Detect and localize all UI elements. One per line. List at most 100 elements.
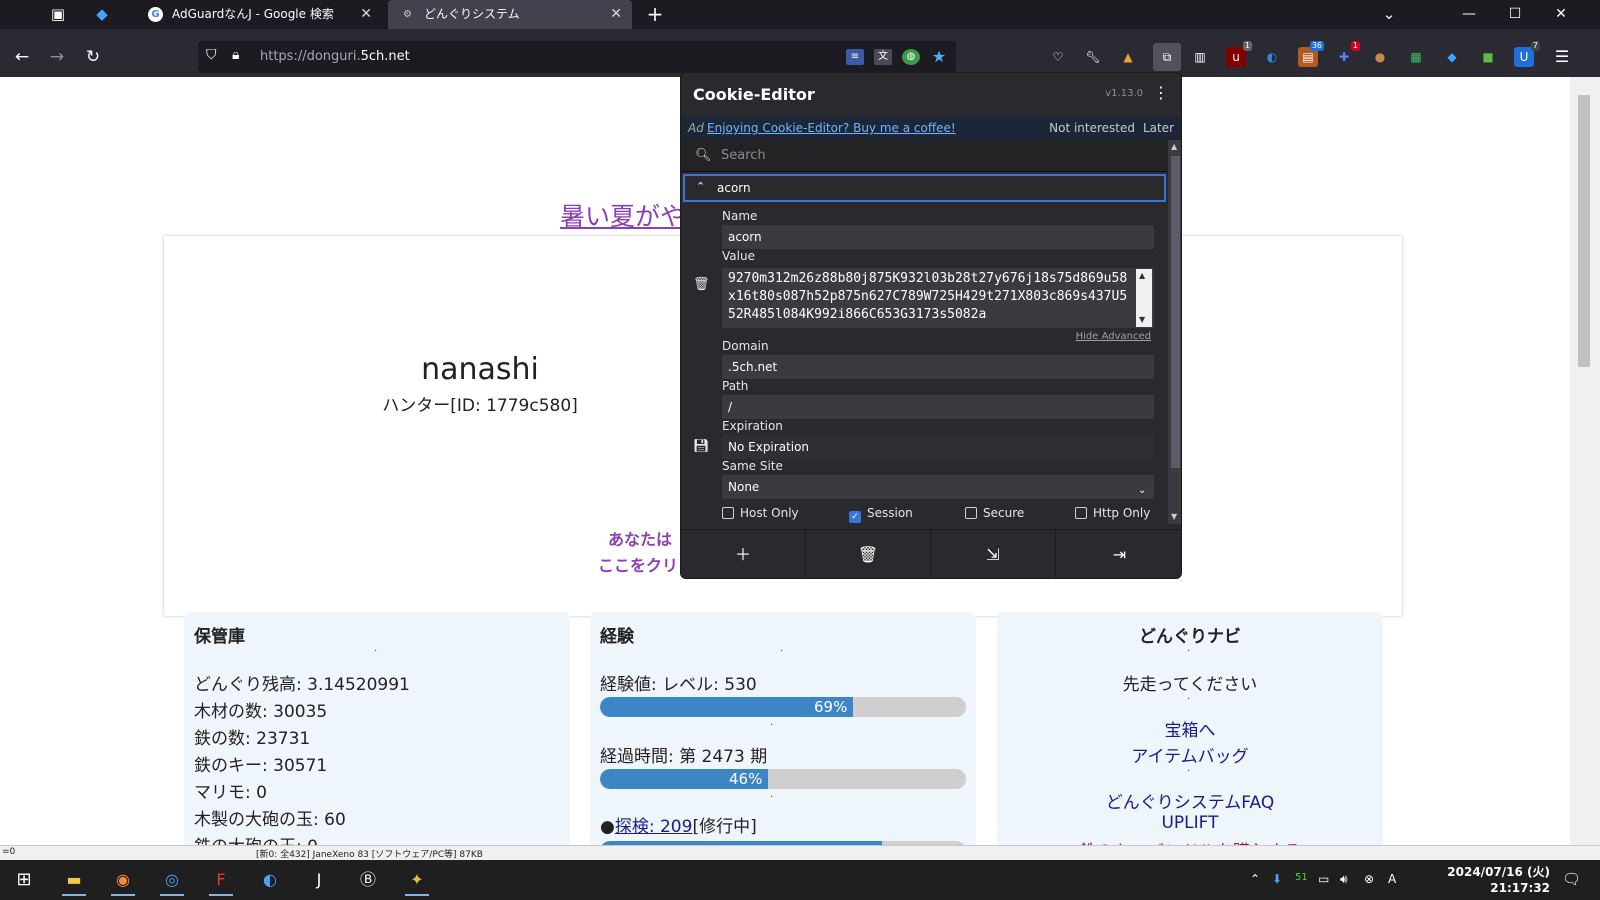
not-interested-button[interactable]: Not interested: [1049, 121, 1135, 135]
scroll-up-icon[interactable]: ▲: [1139, 271, 1145, 280]
name-field[interactable]: acorn: [722, 225, 1154, 249]
tab-donguri[interactable]: ⚙ どんぐりシステム ✕: [388, 0, 632, 29]
shield-icon[interactable]: ⛉: [206, 47, 217, 63]
ime-icon[interactable]: A: [1388, 872, 1396, 886]
later-button[interactable]: Later: [1143, 121, 1174, 135]
firefox-view-icon[interactable]: ▣: [44, 0, 72, 29]
checkbox-box[interactable]: [965, 507, 977, 519]
fox-extension-icon[interactable]: ▲: [1118, 47, 1138, 67]
wrench-icon[interactable]: 🔧︎: [1083, 47, 1103, 67]
extensions-puzzle-icon[interactable]: ⧉: [1153, 43, 1181, 71]
scroll-thumb[interactable]: [1578, 95, 1590, 367]
menu-icon[interactable]: ☰: [1552, 47, 1572, 67]
ad-link[interactable]: Enjoying Cookie-Editor? Buy me a coffee!: [707, 121, 956, 135]
page-scrollbar[interactable]: [1570, 77, 1600, 845]
faq-link[interactable]: どんぐりシステムFAQ: [997, 788, 1383, 813]
secure-checkbox[interactable]: Secure: [965, 506, 1024, 520]
windows-start-icon[interactable]: ⊞: [4, 864, 44, 896]
search-input[interactable]: Search: [721, 148, 766, 163]
scroll-down-icon[interactable]: ▼: [1139, 315, 1145, 324]
value-scrollbar[interactable]: ▲ ▼: [1136, 269, 1152, 327]
globe-icon[interactable]: ◍: [902, 49, 920, 65]
notification-icon[interactable]: 🗨︎: [1562, 870, 1581, 888]
expiration-field[interactable]: No Expiration: [722, 435, 1154, 459]
forward-icon[interactable]: →: [44, 45, 70, 69]
tray-x-icon[interactable]: ⊗: [1364, 872, 1374, 886]
tray-download-icon[interactable]: ⬇: [1272, 872, 1282, 886]
chevron-up-icon[interactable]: ⌃: [696, 180, 705, 193]
checkbox-box[interactable]: [722, 507, 734, 519]
treasure-link[interactable]: 宝箱へ: [997, 716, 1383, 741]
hide-advanced-link[interactable]: Hide Advanced: [1076, 331, 1151, 342]
ublock-icon[interactable]: u1: [1226, 41, 1252, 67]
edge-icon[interactable]: ◐: [1262, 47, 1282, 67]
us-flag-icon[interactable]: ≡: [846, 49, 864, 65]
url-bar[interactable]: ⛉ 🔒︎ https://donguri.5ch.net ≡ 文 ◍ ★: [198, 41, 956, 73]
tray-number[interactable]: 51: [1295, 872, 1308, 883]
maximize-icon[interactable]: ☐: [1492, 0, 1538, 29]
delete-cookie-icon[interactable]: 🗑︎: [693, 277, 710, 292]
save-extension-icon[interactable]: ▦: [1406, 47, 1426, 67]
path-field[interactable]: /: [722, 395, 1154, 419]
domain-field[interactable]: .5ch.net: [722, 355, 1154, 379]
pocket-icon[interactable]: ♡: [1048, 47, 1068, 67]
value-field[interactable]: 9270m312m26z88b80j875K932l03b28t27y676j1…: [722, 268, 1154, 328]
extension-36-icon[interactable]: ▤ 36: [1298, 41, 1324, 67]
http-only-checkbox[interactable]: Http Only: [1075, 506, 1150, 520]
headline-link[interactable]: 暑い夏がや: [560, 197, 685, 233]
network-icon[interactable]: ▭: [1318, 872, 1329, 886]
file-explorer-icon[interactable]: ▬: [54, 864, 94, 896]
bookmark-star-icon[interactable]: ★: [930, 49, 948, 65]
checkbox-box[interactable]: [1075, 507, 1087, 519]
close-tab-icon[interactable]: ✕: [360, 0, 372, 29]
pinned-tab-icon[interactable]: ◆: [88, 0, 116, 29]
tray-chevron-icon[interactable]: ⌃: [1250, 872, 1260, 886]
cookie-list-scrollbar[interactable]: ▲ ▼: [1168, 140, 1181, 524]
app-f-icon[interactable]: F: [201, 864, 241, 896]
minimize-icon[interactable]: —: [1446, 0, 1492, 29]
import-button[interactable]: ⇲: [931, 530, 1056, 578]
green-extension-icon[interactable]: ■: [1478, 47, 1498, 67]
cookie-row-header[interactable]: ⌃ acorn: [683, 174, 1166, 202]
new-tab-icon[interactable]: +: [640, 0, 670, 29]
list-tabs-icon[interactable]: ⌄: [1374, 0, 1404, 29]
kebab-menu-icon[interactable]: ⋮: [1153, 83, 1169, 102]
scroll-down-icon[interactable]: ▼: [1171, 512, 1177, 521]
export-button[interactable]: ⇥: [1056, 530, 1181, 578]
scroll-thumb[interactable]: [1171, 156, 1180, 468]
reload-icon[interactable]: ↻: [80, 45, 106, 69]
save-cookie-icon[interactable]: 💾︎: [693, 439, 710, 454]
clock[interactable]: 2024/07/16 (火) 21:17:32: [1430, 864, 1550, 896]
diamond-icon[interactable]: ◆: [1442, 47, 1462, 67]
scroll-up-icon[interactable]: ▲: [1171, 142, 1177, 151]
b-app-icon[interactable]: Ⓑ: [348, 864, 388, 896]
library-icon[interactable]: ▥: [1190, 47, 1210, 67]
back-icon[interactable]: ←: [9, 45, 35, 69]
bear-icon[interactable]: ●: [1370, 47, 1390, 67]
explore-link[interactable]: 探検: 209: [615, 817, 693, 837]
jane-icon[interactable]: J: [299, 864, 339, 896]
bitwarden-icon[interactable]: U7: [1514, 41, 1540, 67]
tab-google-search[interactable]: G AdGuardなんJ - Google 検索 ✕: [136, 0, 382, 29]
delete-all-button[interactable]: 🗑︎: [806, 530, 931, 578]
host-only-checkbox[interactable]: Host Only: [722, 506, 799, 520]
search-bar[interactable]: 🔍︎ Search: [681, 140, 1168, 172]
close-tab-icon[interactable]: ✕: [610, 0, 622, 29]
firefox-icon[interactable]: ◉: [103, 864, 143, 896]
extension-1-icon[interactable]: ✚ 1: [1334, 41, 1360, 67]
buy-keys-link[interactable]: 鉄のキーバンドルを購入する: [997, 837, 1383, 845]
add-cookie-button[interactable]: ＋: [681, 530, 806, 578]
game-app-icon[interactable]: ✦: [397, 864, 437, 896]
checkbox-box[interactable]: ✓: [849, 511, 861, 523]
window-close-icon[interactable]: ✕: [1538, 0, 1584, 29]
thunderbird-icon[interactable]: ◐: [250, 864, 290, 896]
session-checkbox[interactable]: ✓ Session: [849, 506, 913, 523]
uplift-link[interactable]: UPLIFT: [997, 813, 1383, 833]
url-text[interactable]: https://donguri.5ch.net: [260, 49, 410, 64]
same-site-select[interactable]: None: [722, 475, 1154, 499]
translate-icon[interactable]: 文: [874, 49, 892, 65]
itembag-link[interactable]: アイテムバッグ: [997, 742, 1383, 767]
chevron-down-icon[interactable]: ⌄: [1138, 485, 1146, 496]
lock-icon[interactable]: 🔒︎: [232, 47, 239, 63]
chrome-icon[interactable]: ◎: [152, 864, 192, 896]
